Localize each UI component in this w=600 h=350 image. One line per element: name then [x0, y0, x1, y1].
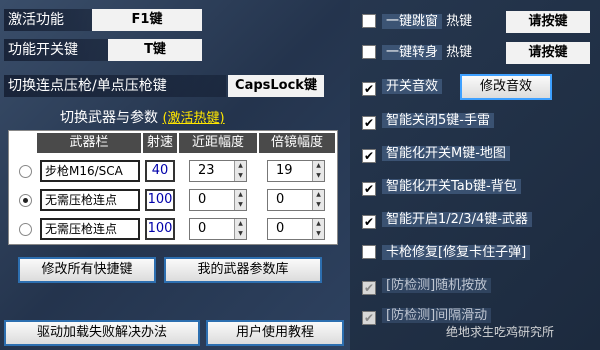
sound-toggle-row[interactable]: ✔ 开关音效: [362, 76, 443, 98]
scope-value-1: 19: [276, 163, 293, 178]
weapon-table: 武器栏 射速 近距幅度 倍镜幅度 步枪M16/SCA 40 23 ▲ ▼ 19 ▲ ▼ …: [8, 130, 338, 245]
anti-detect-checkbox-2[interactable]: ✔: [362, 311, 376, 325]
anti-detect-row-1[interactable]: ✔ [防检测]随机按放: [362, 275, 492, 297]
spin-arrows-icon[interactable]: ▲ ▼: [234, 161, 246, 181]
skip-window-row[interactable]: 一键跳窗 热键: [362, 11, 472, 33]
smart-item-row-3[interactable]: ✔ 智能化开关Tab键-背包: [362, 176, 521, 198]
spin-arrows-icon[interactable]: ▲ ▼: [234, 219, 246, 239]
skip-window-label: 一键跳窗: [382, 14, 443, 29]
spin-arrows-icon[interactable]: ▲ ▼: [312, 219, 324, 239]
smart-item-checkbox-5[interactable]: [362, 245, 376, 259]
scope-stepper-1[interactable]: 19 ▲ ▼: [267, 160, 325, 182]
smart-item-label-2: 智能化开关M键-地图: [382, 146, 510, 161]
header-near: 近距幅度: [179, 133, 257, 153]
edit-sound-button[interactable]: 修改音效: [460, 74, 552, 100]
smart-item-label-4: 智能开启1/2/3/4键-武器: [382, 212, 532, 227]
near-value-2: 0: [198, 192, 207, 207]
edit-all-hotkeys-button[interactable]: 修改所有快捷键: [18, 257, 156, 283]
header-scope: 倍镜幅度: [259, 133, 335, 153]
rate-input-1[interactable]: 40: [145, 160, 175, 182]
header-weapon: 武器栏: [37, 133, 141, 153]
driver-fix-button[interactable]: 驱动加载失败解决办法: [4, 320, 200, 346]
turn-around-hotkey-label: 热键: [446, 45, 473, 60]
skip-window-checkbox[interactable]: [362, 14, 376, 28]
near-stepper-1[interactable]: 23 ▲ ▼: [189, 160, 247, 182]
turn-around-hotkey-field[interactable]: 请按键: [506, 42, 590, 64]
weapon-section-title: 切换武器与参数 (激活热键): [60, 107, 225, 127]
mode-switch-label: 切换连点压枪/单点压枪键: [4, 75, 226, 97]
scope-stepper-3[interactable]: 0 ▲ ▼: [267, 218, 325, 240]
spin-arrows-icon[interactable]: ▲ ▼: [234, 190, 246, 210]
smart-item-label-5: 卡枪修复[修复卡住子弹]: [382, 245, 531, 260]
turn-around-row[interactable]: 一键转身 热键: [362, 42, 472, 64]
scope-value-3: 0: [276, 221, 285, 236]
near-stepper-3[interactable]: 0 ▲ ▼: [189, 218, 247, 240]
weapon-section-label: 切换武器与参数: [60, 110, 158, 126]
activate-hotkey-link[interactable]: (激活热键): [162, 111, 224, 126]
my-weapon-params-button[interactable]: 我的武器参数库: [164, 257, 322, 283]
mode-switch-key-field[interactable]: CapsLock键: [228, 75, 324, 97]
anti-detect-label-1: [防检测]随机按放: [382, 278, 492, 293]
smart-item-row-2[interactable]: ✔ 智能化开关M键-地图: [362, 143, 510, 165]
anti-detect-label-2: [防检测]间隔滑动: [382, 308, 492, 323]
turn-around-checkbox[interactable]: [362, 45, 376, 59]
weapon-radio-2[interactable]: [19, 194, 32, 207]
near-stepper-2[interactable]: 0 ▲ ▼: [189, 189, 247, 211]
spin-arrows-icon[interactable]: ▲ ▼: [312, 161, 324, 181]
smart-item-row-1[interactable]: ✔ 智能关闭5键-手雷: [362, 110, 494, 132]
weapon-name-3[interactable]: 无需压枪连点: [40, 218, 140, 240]
smart-item-checkbox-1[interactable]: ✔: [362, 116, 376, 130]
activate-label: 激活功能: [4, 9, 92, 31]
tutorial-button[interactable]: 用户使用教程: [206, 320, 344, 346]
scope-stepper-2[interactable]: 0 ▲ ▼: [267, 189, 325, 211]
smart-item-checkbox-4[interactable]: ✔: [362, 215, 376, 229]
toggle-key-field[interactable]: T键: [108, 39, 202, 61]
turn-around-label: 一键转身: [382, 45, 443, 60]
rate-input-2[interactable]: 100: [145, 189, 175, 211]
smart-item-checkbox-3[interactable]: ✔: [362, 182, 376, 196]
weapon-radio-3[interactable]: [19, 223, 32, 236]
smart-item-label-3: 智能化开关Tab键-背包: [382, 179, 521, 194]
weapon-name-2[interactable]: 无需压枪连点: [40, 189, 140, 211]
scope-value-2: 0: [276, 192, 285, 207]
activate-key-field[interactable]: F1键: [92, 9, 202, 31]
header-rate: 射速: [143, 133, 177, 153]
smart-item-row-4[interactable]: ✔ 智能开启1/2/3/4键-武器: [362, 209, 532, 231]
skip-window-hotkey-label: 热键: [446, 14, 473, 29]
anti-detect-checkbox-1[interactable]: ✔: [362, 281, 376, 295]
rate-input-3[interactable]: 100: [145, 218, 175, 240]
skip-window-hotkey-field[interactable]: 请按键: [506, 11, 590, 33]
smart-item-label-1: 智能关闭5键-手雷: [382, 113, 494, 128]
near-value-3: 0: [198, 221, 207, 236]
smart-item-checkbox-2[interactable]: ✔: [362, 149, 376, 163]
toggle-label: 功能开关键: [4, 39, 108, 61]
spin-arrows-icon[interactable]: ▲ ▼: [312, 190, 324, 210]
smart-item-row-5[interactable]: 卡枪修复[修复卡住子弹]: [362, 242, 531, 264]
sound-toggle-label: 开关音效: [382, 79, 443, 94]
near-value-1: 23: [198, 163, 215, 178]
weapon-name-1[interactable]: 步枪M16/SCA: [40, 160, 140, 182]
watermark: 绝地求生吃鸡研究所: [446, 325, 555, 339]
sound-toggle-checkbox[interactable]: ✔: [362, 82, 376, 96]
weapon-radio-1[interactable]: [19, 165, 32, 178]
